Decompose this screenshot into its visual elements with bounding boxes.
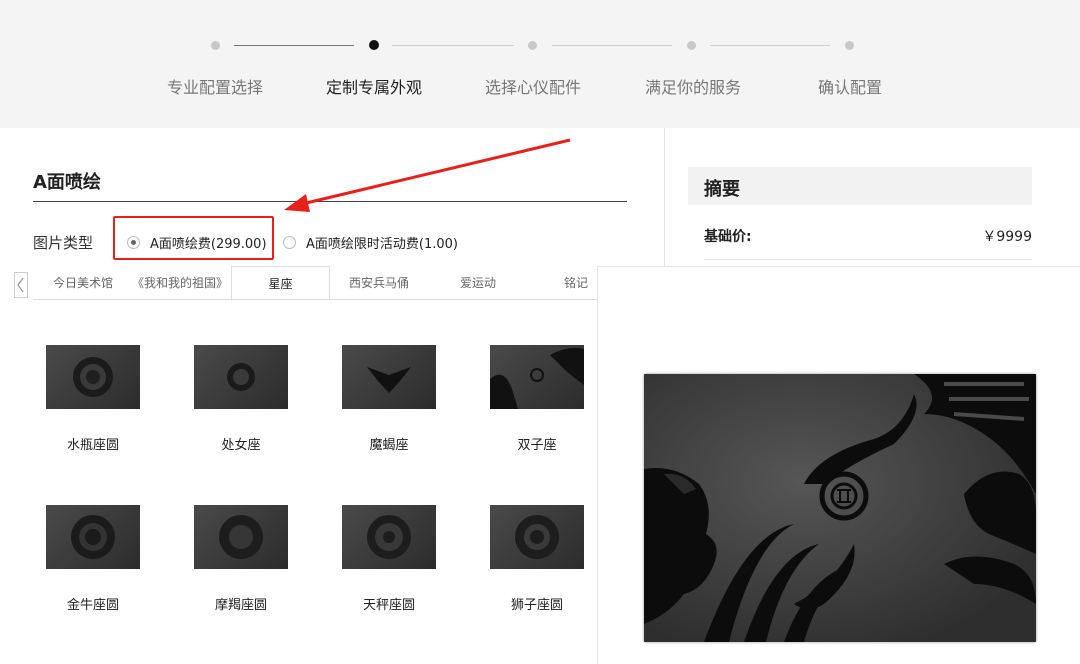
- step-label-3[interactable]: 选择心仪配件: [453, 74, 613, 98]
- preview-image: [644, 374, 1036, 642]
- summary-title: 摘要: [704, 179, 740, 200]
- thumbnail-label: 水瓶座圆: [66, 438, 119, 453]
- thumbnail-capricorn[interactable]: [194, 505, 288, 569]
- thumbnail-label: 金牛座圆: [66, 598, 119, 613]
- step-connector-2: [392, 45, 514, 46]
- thumbnail-scorpio[interactable]: [342, 345, 436, 409]
- radio-option-2-label[interactable]: A面喷绘限时活动费(1.00): [306, 233, 458, 252]
- step-connector-4: [710, 45, 830, 46]
- tabs-prev-icon[interactable]: [14, 272, 30, 298]
- step-dot-2: [369, 40, 379, 50]
- step-label-1[interactable]: 专业配置选择: [135, 74, 295, 98]
- step-dot-1: [211, 41, 220, 50]
- thumbnail-virgo[interactable]: [194, 345, 288, 409]
- thumbnail-taurus[interactable]: [46, 505, 140, 569]
- radio-option-2[interactable]: [283, 236, 296, 249]
- step-label-4[interactable]: 满足你的服务: [613, 74, 773, 98]
- thumbnail-libra[interactable]: [342, 505, 436, 569]
- thumbnail-label: 处女座: [221, 438, 261, 453]
- thumbnail-aquarius[interactable]: [46, 345, 140, 409]
- thumbnail-gemini[interactable]: [490, 345, 584, 409]
- step-dot-5: [845, 41, 854, 50]
- category-tabs: 今日美术馆 《我和我的祖国》 星座 西安兵马俑 爱运动 铭记: [0, 266, 600, 301]
- thumbnail-label: 双子座: [517, 438, 557, 453]
- base-price-value: ￥9999: [982, 229, 1032, 245]
- radio-option-1[interactable]: [127, 236, 140, 249]
- tab-my-motherland[interactable]: 《我和我的祖国》: [130, 266, 230, 300]
- radio-option-1-label[interactable]: A面喷绘费(299.00): [150, 233, 267, 252]
- step-label-5[interactable]: 确认配置: [770, 74, 930, 98]
- section-title: A面喷绘: [33, 172, 101, 193]
- thumbnail-label: 摩羯座圆: [214, 598, 267, 613]
- progress-stepper: 专业配置选择 定制专属外观 选择心仪配件 满足你的服务 确认配置: [0, 0, 1080, 128]
- preview-popup: [597, 266, 1080, 664]
- thumbnail-label: 天秤座圆: [362, 598, 415, 613]
- step-connector-1: [234, 45, 354, 46]
- panel-divider: [664, 128, 665, 268]
- step-connector-3: [552, 45, 672, 46]
- step-label-2[interactable]: 定制专属外观: [294, 74, 454, 98]
- tab-today-museum[interactable]: 今日美术馆: [40, 266, 126, 300]
- tab-constellation[interactable]: 星座: [231, 266, 330, 301]
- step-dot-3: [528, 41, 537, 50]
- tabs-rule: [33, 299, 600, 300]
- image-type-label: 图片类型: [33, 234, 94, 252]
- tab-remember[interactable]: 铭记: [552, 266, 600, 300]
- tab-terracotta[interactable]: 西安兵马俑: [334, 266, 424, 300]
- thumbnail-label: 狮子座圆: [510, 598, 563, 613]
- thumbnail-label: 魔蝎座: [369, 438, 409, 453]
- summary-header: 摘要: [688, 167, 1032, 205]
- annotation-arrow-icon: [284, 138, 571, 212]
- summary-rule: [704, 259, 1032, 260]
- thumbnail-leo[interactable]: [490, 505, 584, 569]
- base-price-label: 基础价:: [704, 229, 752, 245]
- tab-sports[interactable]: 爱运动: [436, 266, 520, 300]
- step-dot-4: [687, 41, 696, 50]
